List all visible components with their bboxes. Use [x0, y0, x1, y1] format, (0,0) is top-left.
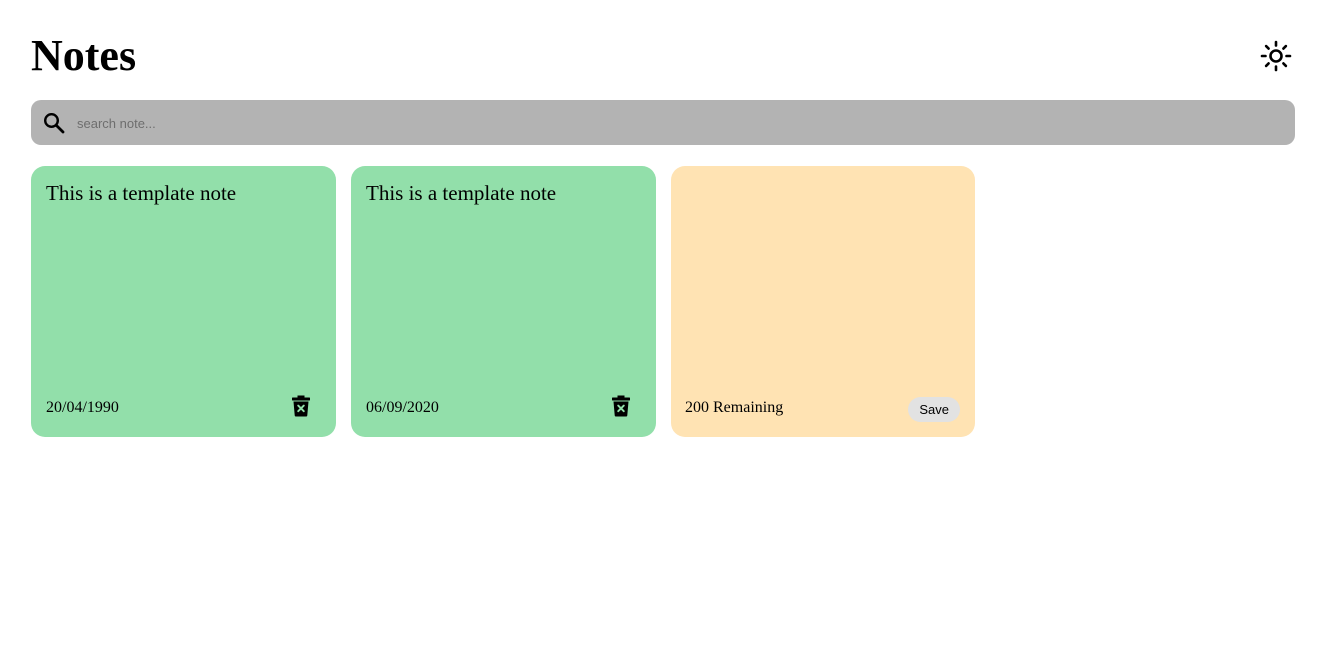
note-date: 20/04/1990 — [46, 399, 119, 416]
trash-icon[interactable] — [292, 395, 310, 417]
note-date: 06/09/2020 — [366, 399, 439, 416]
save-button[interactable]: Save — [908, 397, 960, 422]
trash-icon[interactable] — [612, 395, 630, 417]
search-bar — [31, 100, 1295, 145]
search-input[interactable] — [77, 111, 1277, 135]
theme-toggle-button[interactable] — [1259, 39, 1293, 73]
note-card[interactable]: This is a template note 06/09/2020 — [351, 166, 656, 437]
note-footer: 06/09/2020 — [366, 395, 641, 421]
remaining-count: 200 Remaining — [685, 399, 784, 416]
sun-icon — [1260, 40, 1292, 72]
note-text: This is a template note — [46, 181, 237, 205]
search-icon — [43, 112, 65, 134]
new-note-textarea[interactable] — [685, 178, 961, 378]
note-text: This is a template note — [366, 181, 557, 205]
notes-app: Notes search note... This is a template … — [0, 0, 1326, 668]
header: Notes — [31, 28, 1295, 84]
new-note-card: 200 Remaining Save — [671, 166, 975, 437]
note-card[interactable]: This is a template note 20/04/1990 — [31, 166, 336, 437]
page-title: Notes — [31, 31, 137, 80]
note-footer: 20/04/1990 — [46, 395, 321, 421]
